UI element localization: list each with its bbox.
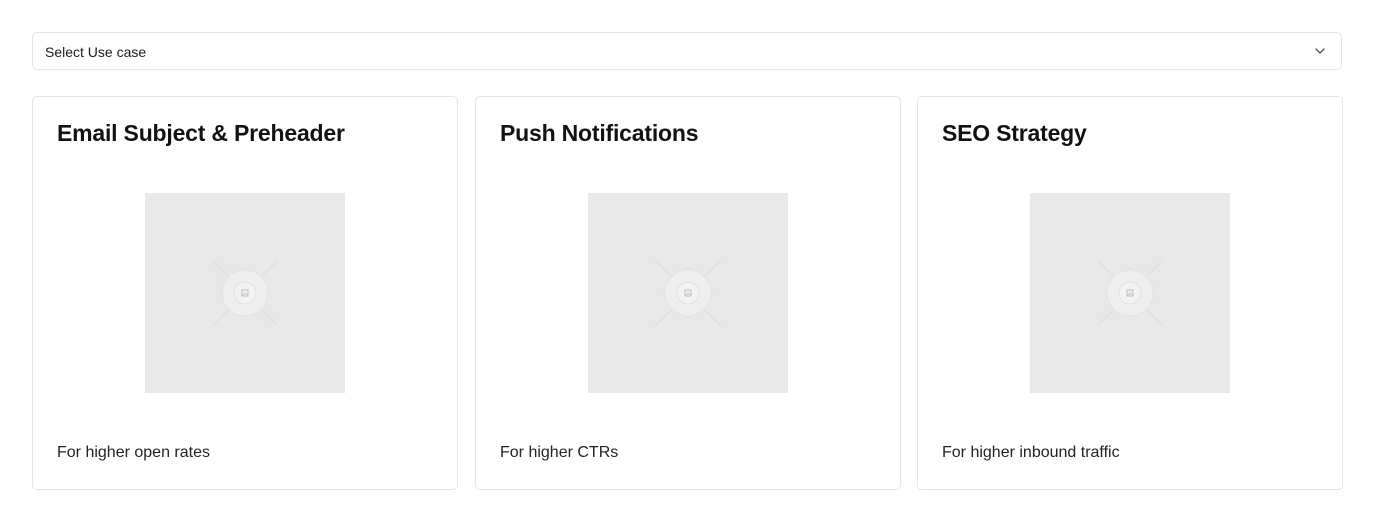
use-case-card-seo[interactable]: SEO Strategy For higher inbound traffic: [917, 96, 1343, 490]
image-placeholder-icon: [655, 260, 721, 326]
card-image-placeholder: [1030, 193, 1230, 393]
card-description: For higher open rates: [57, 444, 210, 461]
card-image-placeholder: [588, 193, 788, 393]
card-title: Push Notifications: [500, 120, 699, 146]
chevron-down-icon: [1313, 44, 1327, 58]
card-description: For higher CTRs: [500, 444, 619, 461]
card-image-placeholder: [145, 193, 345, 393]
card-description: For higher inbound traffic: [942, 444, 1120, 461]
image-placeholder-icon: [1097, 260, 1163, 326]
use-case-card-email[interactable]: Email Subject & Preheader For higher ope…: [32, 96, 458, 490]
card-title: SEO Strategy: [942, 120, 1087, 146]
image-placeholder-icon: [212, 260, 278, 326]
card-title: Email Subject & Preheader: [57, 120, 345, 146]
use-case-card-push[interactable]: Push Notifications For higher CTRs: [475, 96, 901, 490]
use-case-select-value: Select Use case: [45, 44, 147, 60]
use-case-select[interactable]: Select Use case: [32, 32, 1342, 70]
